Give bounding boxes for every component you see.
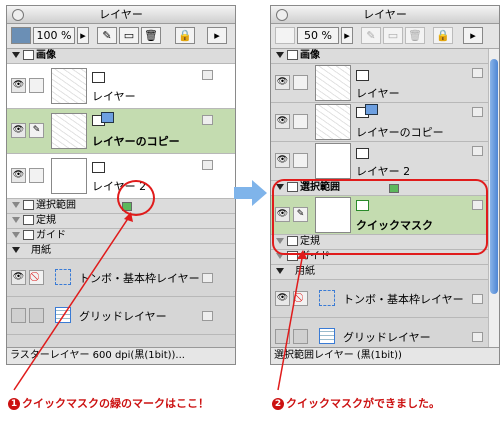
caption-2: 2 クイックマスクができました。: [272, 395, 440, 411]
annotation-arrows: [13, 212, 307, 391]
caption-1: 1 クイックマスクの緑のマークはここ！: [8, 395, 209, 411]
step-number-badge: 2: [272, 398, 284, 410]
red-arrow-line-right: [277, 252, 304, 391]
red-arrow-line-left: [13, 213, 132, 391]
red-arrow-head-left: [124, 212, 133, 222]
red-arrow-head-right: [297, 250, 307, 259]
step-number-badge: 1: [8, 398, 20, 410]
